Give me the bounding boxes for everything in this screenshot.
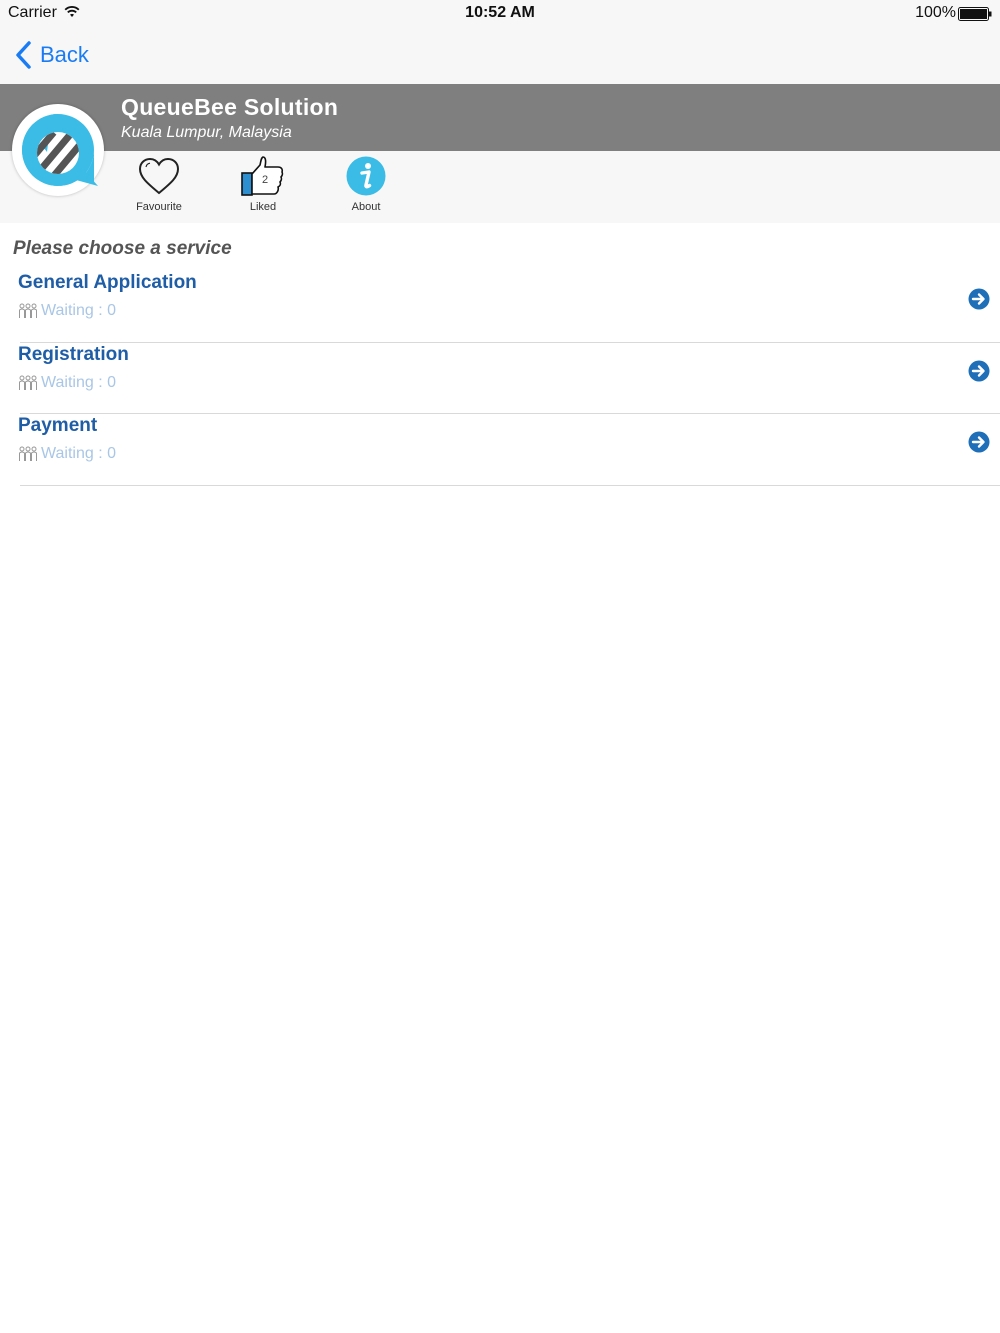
services-heading: Please choose a service [13,238,232,259]
favourite-button[interactable]: Favourite [114,151,204,223]
battery-percent: 100% [915,4,956,21]
row-divider [20,342,1000,343]
venue-actions: Favourite 2 Liked About [0,151,1000,223]
people-queue-icon [19,375,37,390]
row-divider [20,413,1000,414]
venue-logo [12,104,104,196]
service-row-payment[interactable]: Payment Waiting : 0 [0,415,1000,486]
arrow-right-circle-icon[interactable] [968,288,990,310]
info-icon [346,156,386,196]
navigation-bar: Back [0,28,1000,84]
status-bar: Carrier 10:52 AM 100% [0,0,1000,28]
service-row-registration[interactable]: Registration Waiting : 0 [0,344,1000,415]
people-queue-icon [19,446,37,461]
liked-button[interactable]: 2 Liked [218,151,308,223]
venue-title: QueueBee Solution [121,94,339,120]
arrow-right-circle-icon[interactable] [968,431,990,453]
waiting-count: Waiting : 0 [18,302,116,320]
waiting-label: Waiting : 0 [41,374,116,391]
service-name: Payment [18,415,98,436]
about-label: About [351,201,381,213]
back-button-label: Back [40,42,89,67]
people-queue-icon [19,303,37,318]
battery-icon [958,7,992,21]
queuebee-logo-icon [22,114,98,186]
arrow-right-circle-icon[interactable] [968,360,990,382]
row-divider [20,485,1000,486]
service-row-general-application[interactable]: General Application Waiting : 0 [0,272,1000,343]
like-count: 2 [261,174,269,186]
back-button[interactable]: Back [14,38,89,72]
heart-icon [138,157,180,195]
venue-location: Kuala Lumpur, Malaysia [121,124,292,141]
waiting-label: Waiting : 0 [41,445,116,462]
about-button[interactable]: About [321,151,411,223]
chevron-left-icon [16,41,31,69]
waiting-count: Waiting : 0 [18,374,116,392]
venue-header: QueueBee Solution Kuala Lumpur, Malaysia [0,84,1000,151]
status-time: 10:52 AM [465,4,535,21]
liked-label: Liked [249,201,277,213]
service-name: General Application [18,272,197,293]
service-name: Registration [18,344,129,365]
waiting-label: Waiting : 0 [41,302,116,319]
favourite-label: Favourite [136,201,182,213]
waiting-count: Waiting : 0 [18,445,116,463]
